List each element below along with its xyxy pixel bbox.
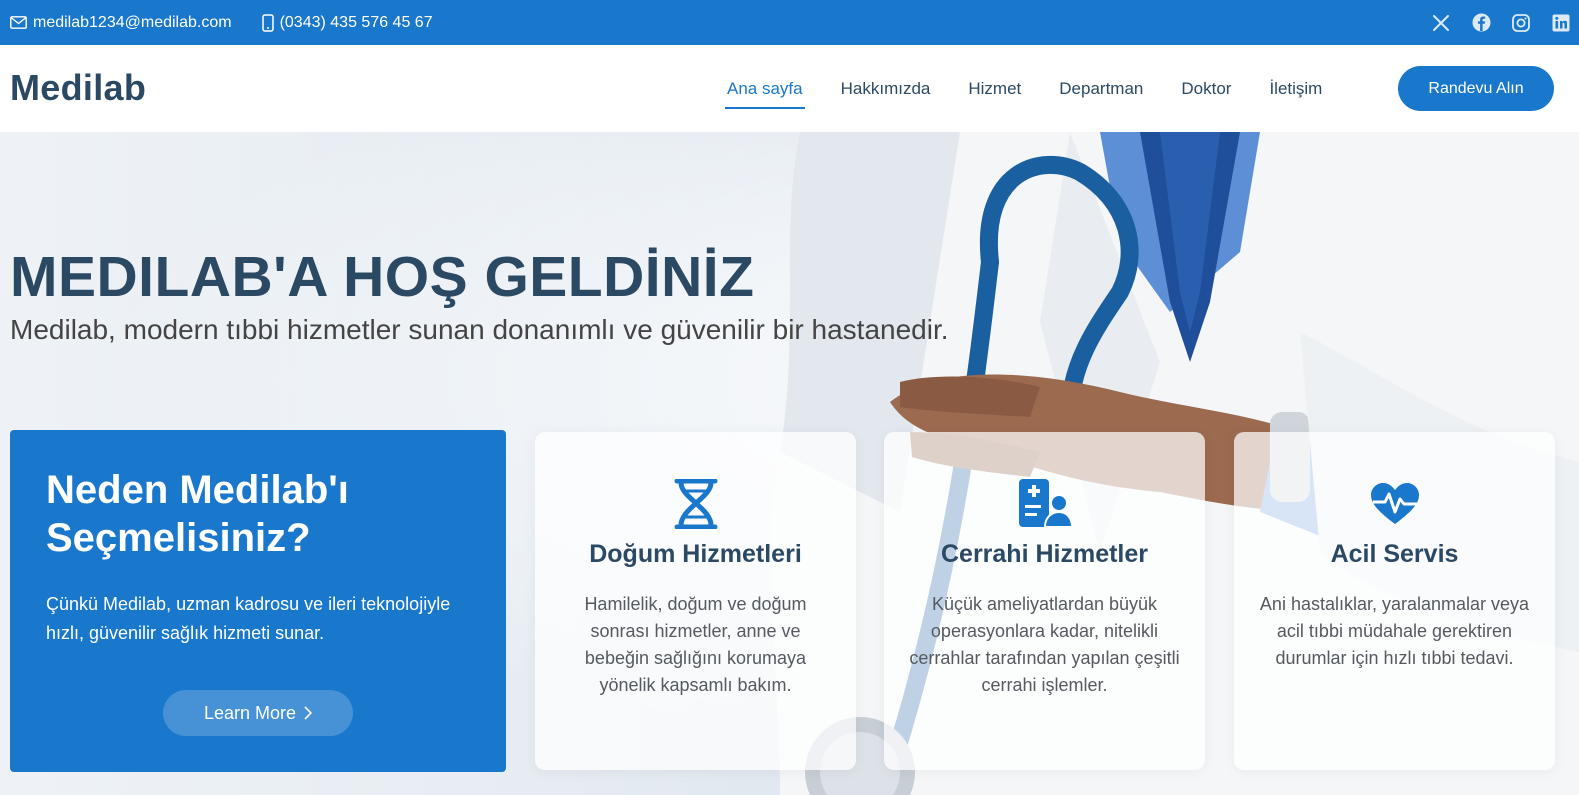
service-title: Cerrahi Hizmetler [940, 540, 1149, 568]
service-text: Ani hastalıklar, yaralanmalar veya acil … [1259, 594, 1530, 668]
phone-contact[interactable]: (0343) 435 576 45 67 [261, 13, 433, 32]
service-card-acil[interactable]: Acil Servis Ani hastalıklar, yaralanmala… [1234, 432, 1555, 770]
service-title: Doğum Hizmetleri [589, 540, 802, 568]
nav-item-hakkimizda[interactable]: Hakkımızda [841, 73, 931, 105]
facebook-icon[interactable] [1471, 13, 1491, 33]
email-contact[interactable]: medilab1234@medilab.com [10, 14, 232, 32]
topbar-contact: medilab1234@medilab.com (0343) 435 576 4… [10, 0, 463, 45]
email-text: medilab1234@medilab.com [33, 13, 232, 31]
logo[interactable]: Medilab [10, 67, 146, 109]
service-card-cerrahi[interactable]: Cerrahi Hizmetler Küçük ameliyatlardan b… [884, 432, 1205, 770]
phone-icon [261, 13, 274, 32]
phone-text: (0343) 435 576 45 67 [279, 13, 433, 31]
why-us-title: Neden Medilab'ı Seçmelisiniz? [46, 468, 349, 560]
service-title: Acil Servis [1330, 540, 1459, 568]
hero-subtitle: Medilab, modern tıbbi hizmetler sunan do… [10, 314, 949, 345]
nav-item-ana-sayfa[interactable]: Ana sayfa [725, 73, 805, 109]
medical-clipboard-user-icon [1018, 479, 1073, 528]
chevron-right-icon [304, 706, 313, 720]
service-text: Küçük ameliyatlardan büyük operasyonlara… [909, 594, 1180, 695]
x-twitter-icon[interactable] [1431, 13, 1451, 33]
main-nav: Ana sayfa Hakkımızda Hizmet Departman Do… [725, 45, 1360, 132]
topbar: medilab1234@medilab.com (0343) 435 576 4… [0, 0, 1579, 45]
hero-section: MEDILAB'A HOŞ GELDİNİZ Medilab, modern t… [0, 132, 1579, 795]
service-text: Hamilelik, doğum ve doğum sonrası hizmet… [584, 594, 807, 695]
social-links [1411, 0, 1571, 45]
site-header: Medilab Ana sayfa Hakkımızda Hizmet Depa… [0, 45, 1579, 132]
learn-more-button[interactable]: Learn More [163, 690, 353, 736]
learn-more-label: Learn More [203, 702, 297, 723]
nav-item-iletisim[interactable]: İletişim [1269, 73, 1322, 105]
envelope-icon [10, 16, 27, 29]
hero-title: MEDILAB'A HOŞ GELDİNİZ [10, 245, 755, 309]
linkedin-icon[interactable] [1551, 13, 1571, 33]
instagram-icon[interactable] [1511, 13, 1531, 33]
nav-item-departman[interactable]: Departman [1059, 73, 1143, 105]
dna-icon [674, 479, 717, 529]
why-us-text: Çünkü Medilab, uzman kadrosu ve ileri te… [46, 594, 451, 643]
appointment-button[interactable]: Randevu Alın [1398, 66, 1554, 111]
nav-item-doktor[interactable]: Doktor [1181, 73, 1231, 105]
service-card-dogum[interactable]: Doğum Hizmetleri Hamilelik, doğum ve doğ… [535, 432, 856, 770]
heart-pulse-icon [1370, 483, 1419, 524]
nav-item-hizmet[interactable]: Hizmet [968, 73, 1021, 105]
why-us-box: Neden Medilab'ı Seçmelisiniz? Çünkü Medi… [10, 430, 506, 772]
